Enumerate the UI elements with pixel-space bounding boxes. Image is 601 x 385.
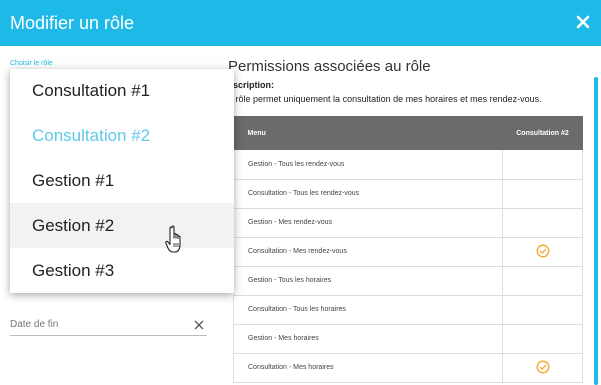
menu-cell: Gestion - Tous les rendez-vous xyxy=(233,150,503,180)
menu-cell: Gestion - Mes horaires xyxy=(233,324,503,354)
permission-cell[interactable] xyxy=(502,179,583,209)
table-row: Gestion - Tous les rendez-vous xyxy=(233,150,583,180)
role-option-gestion-1[interactable]: Gestion #1 xyxy=(10,159,234,204)
permission-cell[interactable] xyxy=(502,208,583,238)
end-date-placeholder: Date de fin xyxy=(10,319,59,330)
role-option-gestion-2[interactable]: Gestion #2 xyxy=(10,203,234,249)
column-header-menu: Menu xyxy=(233,116,503,150)
table-row: Gestion - Mes rendez-vous xyxy=(233,208,583,238)
menu-cell: Consultation - Mes rendez-vous xyxy=(233,237,503,267)
end-date-field[interactable]: Date de fin xyxy=(10,316,207,336)
menu-cell: Gestion - Tous les horaires xyxy=(233,266,503,296)
hand-cursor-icon xyxy=(165,225,187,260)
description-label: escription: xyxy=(228,80,275,90)
menu-cell: Consultation - Tous les horaires xyxy=(233,295,503,325)
role-select-label: Choisir le rôle xyxy=(10,60,53,67)
permission-cell[interactable] xyxy=(502,237,583,267)
role-option-consultation-2[interactable]: Consultation #2 xyxy=(10,114,234,159)
table-row: Consultation - Tous les horaires xyxy=(233,295,583,325)
role-option-gestion-3[interactable]: Gestion #3 xyxy=(10,248,234,293)
permission-cell[interactable] xyxy=(502,266,583,296)
column-header-role: Consultation #2 xyxy=(502,116,583,150)
menu-cell: Gestion - Mes rendez-vous xyxy=(233,208,503,238)
table-row: Gestion - Tous les horaires xyxy=(233,266,583,296)
table-row: Consultation - Mes horaires xyxy=(233,353,583,383)
permissions-title: Permissions associées au rôle xyxy=(228,58,431,75)
description-text: e rôle permet uniquement la consultation… xyxy=(228,94,542,104)
permission-cell[interactable] xyxy=(502,324,583,354)
permission-cell[interactable] xyxy=(502,353,583,383)
menu-cell: Consultation - Mes horaires xyxy=(233,353,503,383)
dialog-title: Modifier un rôle xyxy=(10,13,135,33)
dialog-titlebar: Modifier un rôle xyxy=(0,0,601,46)
scrollbar[interactable] xyxy=(594,77,598,385)
table-row: Consultation - Tous les rendez-vous xyxy=(233,179,583,209)
clear-icon[interactable] xyxy=(193,318,205,336)
role-option-consultation-1[interactable]: Consultation #1 xyxy=(10,69,234,114)
permission-cell[interactable] xyxy=(502,295,583,325)
check-circle-icon xyxy=(536,244,549,257)
permissions-table: Menu Consultation #2 Gestion - Tous les … xyxy=(233,116,583,383)
check-circle-icon xyxy=(536,360,549,373)
menu-cell: Consultation - Tous les rendez-vous xyxy=(233,179,503,209)
permission-cell[interactable] xyxy=(502,150,583,180)
close-icon[interactable] xyxy=(572,11,594,33)
role-dropdown: Consultation #1 Consultation #2 Gestion … xyxy=(10,69,234,293)
table-row: Consultation - Mes rendez-vous xyxy=(233,237,583,267)
table-row: Gestion - Mes horaires xyxy=(233,324,583,354)
